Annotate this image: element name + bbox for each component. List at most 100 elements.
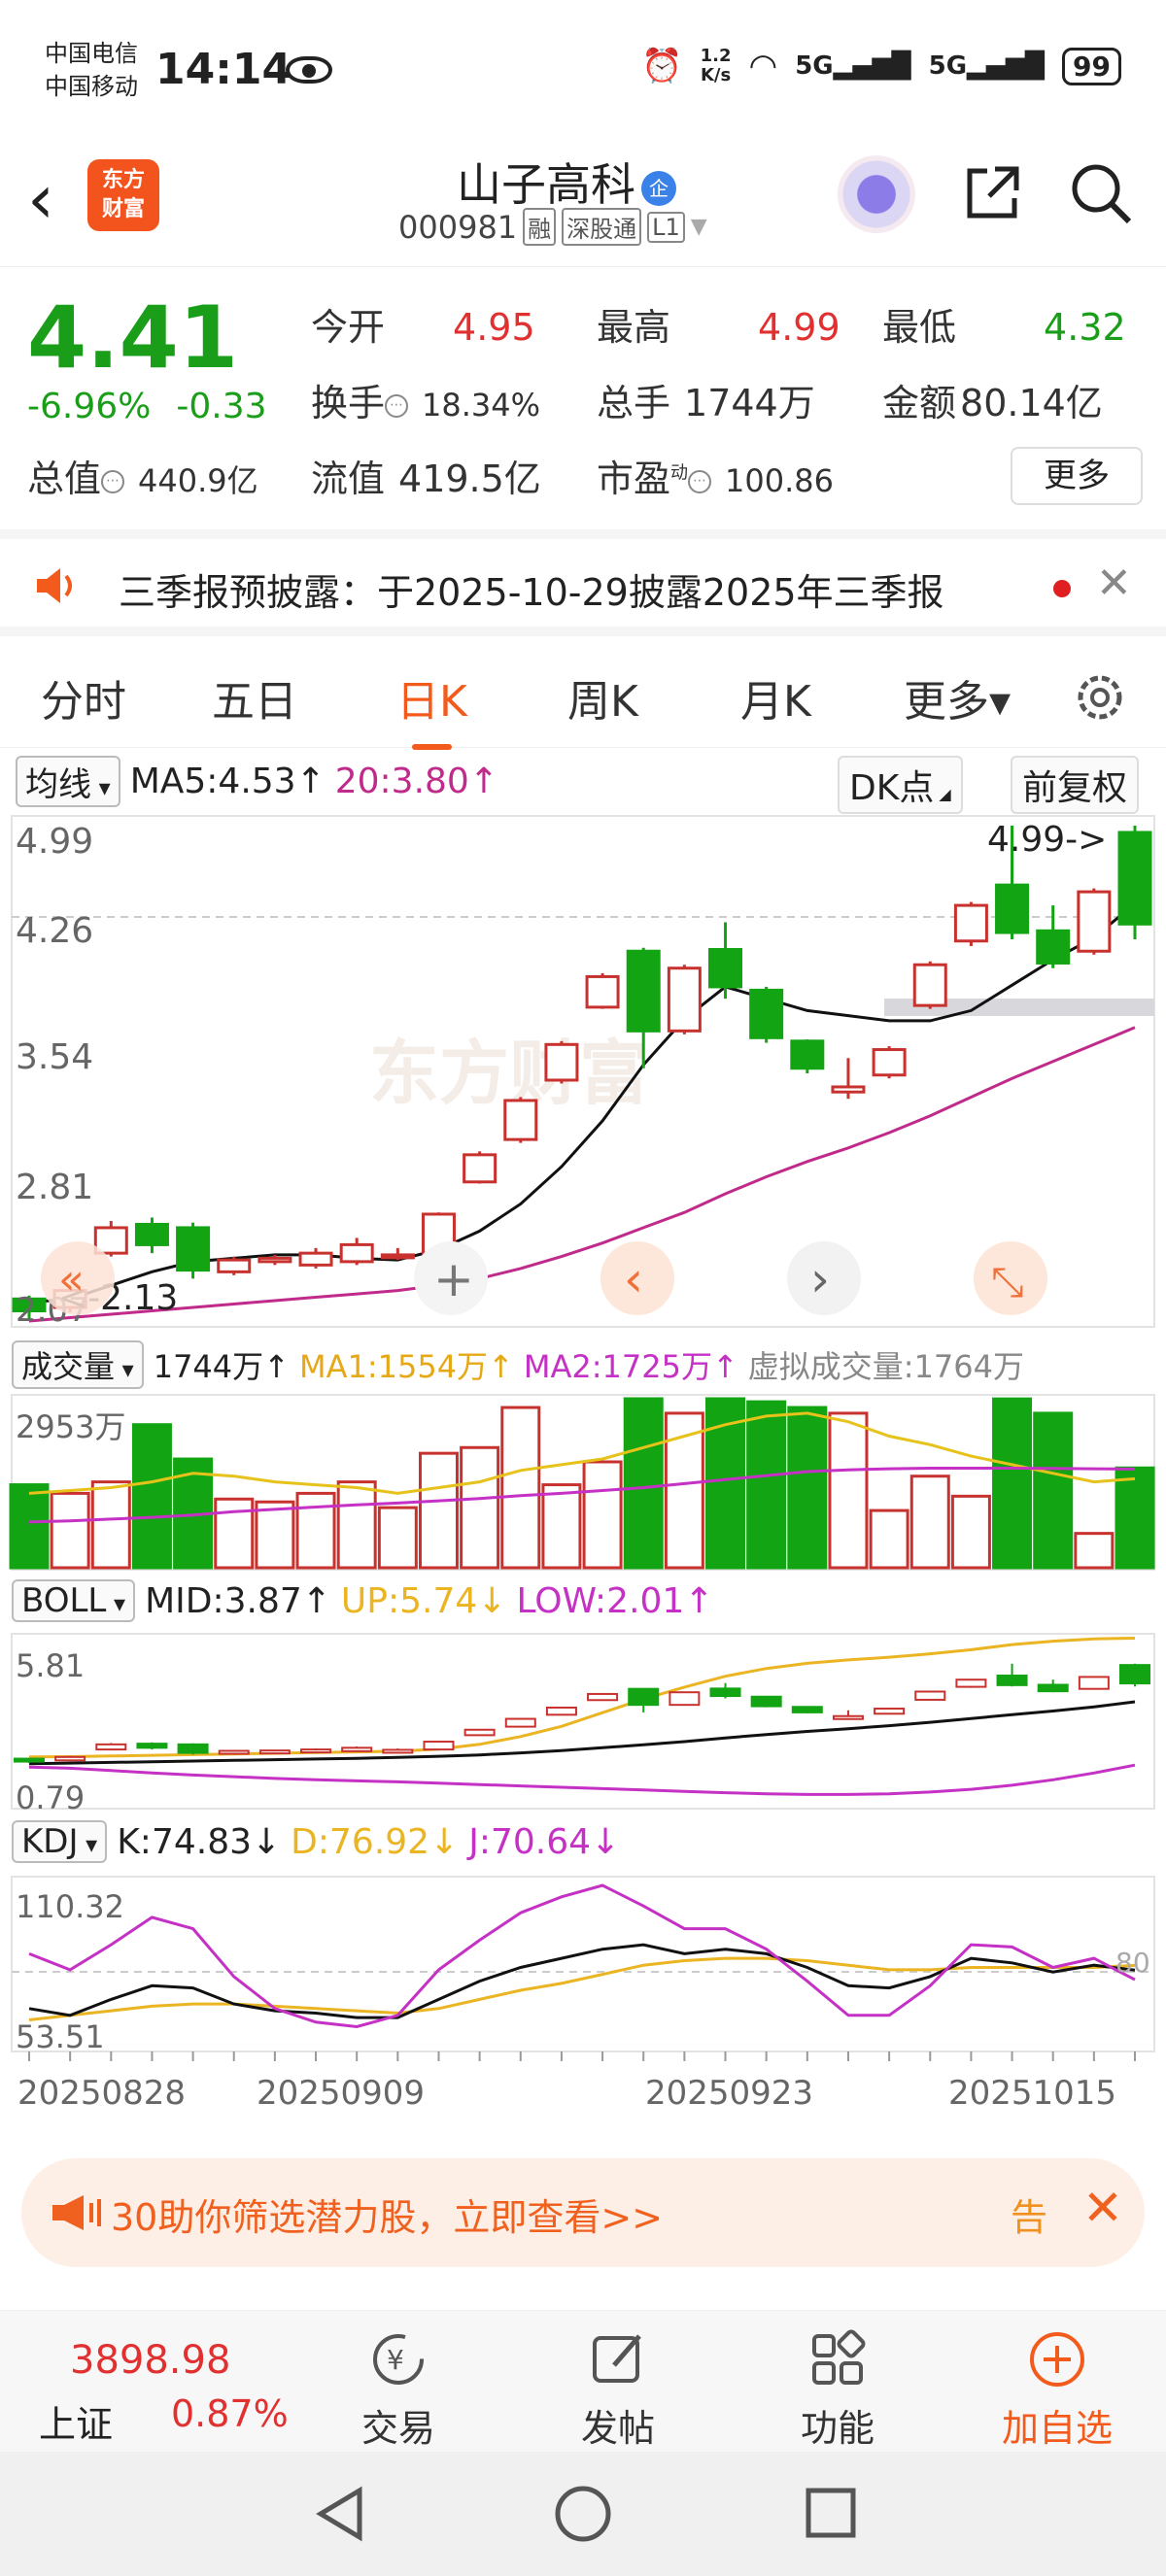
first-page-glyph: « <box>58 1255 85 1305</box>
promo-banner[interactable]: 30助你筛选潜力股，立即查看>> 告 ✕ <box>21 2158 1145 2267</box>
candle <box>298 1251 333 1267</box>
y-label: 4.99 <box>16 822 93 862</box>
boll-candle <box>709 1687 741 1698</box>
vol-y-label: 2953万 <box>16 1408 125 1445</box>
volume-bar <box>50 1491 90 1570</box>
x-date: 20251015 <box>948 2074 1116 2113</box>
edit-icon <box>593 2334 641 2383</box>
candle <box>134 1222 169 1246</box>
volume-bar <box>1033 1411 1074 1570</box>
volume-bar <box>500 1406 541 1570</box>
candle <box>790 1039 825 1070</box>
nav-post-label: 发帖 <box>580 2407 655 2450</box>
boll-candle <box>382 1748 414 1754</box>
boll-candle <box>177 1743 209 1754</box>
crosshair-button[interactable]: + <box>414 1241 488 1315</box>
volume-bar <box>1074 1532 1115 1570</box>
svg-text:¥: ¥ <box>387 2344 404 2376</box>
y-label: 3.54 <box>16 1037 93 1077</box>
volume-bar <box>909 1474 950 1570</box>
candle <box>1077 890 1112 953</box>
nav-trade[interactable]: ¥ 交易 <box>330 2328 466 2452</box>
volume-bar <box>828 1411 869 1570</box>
kdj-y-bottom: 53.51 <box>16 2018 105 2055</box>
candle <box>831 1085 866 1094</box>
y-label: 4.26 <box>16 911 93 951</box>
boll-candle <box>1119 1664 1150 1685</box>
close-icon[interactable]: ✕ <box>1082 2180 1123 2236</box>
boll-candle <box>874 1708 906 1715</box>
candle <box>257 1256 292 1264</box>
kdj-j-line <box>28 1883 1136 2029</box>
volume-bar <box>992 1397 1033 1570</box>
candle <box>953 903 988 943</box>
candle <box>667 966 702 1033</box>
fullscreen-button[interactable]: ⤡ <box>974 1241 1047 1315</box>
candle <box>585 974 620 1009</box>
volume-bar <box>377 1506 418 1570</box>
boll-candle <box>423 1741 455 1751</box>
candle <box>339 1242 374 1264</box>
nav-back-icon[interactable] <box>316 2486 362 2542</box>
boll-candle <box>95 1743 127 1751</box>
boll-candle <box>54 1755 86 1762</box>
candle <box>380 1253 415 1260</box>
boll-candle <box>791 1706 823 1713</box>
volume-bar <box>460 1445 500 1570</box>
crosshair-glyph: + <box>433 1251 474 1307</box>
boll-candle <box>14 1757 45 1763</box>
nav-functions-label: 功能 <box>800 2407 874 2450</box>
first-page-button[interactable]: « <box>41 1241 115 1315</box>
boll-candle <box>669 1691 701 1707</box>
nav-functions[interactable]: 功能 <box>770 2328 906 2452</box>
nav-post[interactable]: 发帖 <box>550 2328 686 2452</box>
x-date: 20250828 <box>17 2074 186 2113</box>
kdj-k-line <box>28 1943 1136 2019</box>
candle <box>463 1153 497 1184</box>
next-page-glyph: › <box>810 1251 830 1307</box>
volume-bar <box>787 1406 828 1570</box>
boll-candle <box>136 1743 168 1749</box>
nav-trade-label: 交易 <box>360 2407 435 2450</box>
kdj-ref-label: 80 <box>1115 1947 1150 1979</box>
nav-add-watchlist[interactable]: 加自选 <box>989 2328 1125 2452</box>
boll-candle <box>218 1749 250 1755</box>
volume-bar <box>9 1483 50 1570</box>
next-page-button[interactable]: › <box>787 1241 861 1315</box>
bottom-nav: 3898.98 上证 0.87% ¥ 交易 发帖 功能 加自选 <box>0 2310 1166 2452</box>
boll-candle <box>955 1678 987 1688</box>
boll-low-line <box>28 1763 1136 1796</box>
prev-page-button[interactable]: ‹ <box>600 1241 674 1315</box>
index-value: 3898.98 <box>70 2338 231 2383</box>
volume-bar <box>90 1480 131 1570</box>
x-date: 20250909 <box>257 2074 425 2113</box>
volume-bar <box>746 1400 787 1570</box>
candle <box>749 988 784 1039</box>
nav-recents-icon[interactable] <box>806 2488 856 2538</box>
volume-bar <box>541 1483 582 1570</box>
volume-bar <box>418 1451 459 1570</box>
volume-bar <box>295 1491 336 1570</box>
boll-y-top: 5.81 <box>16 1647 85 1684</box>
nav-home-icon[interactable] <box>555 2486 611 2542</box>
boll-candle <box>914 1690 946 1701</box>
volume-bar <box>336 1480 377 1570</box>
volume-bar <box>623 1397 664 1570</box>
boll-candle <box>341 1746 373 1752</box>
ad-tag: 告 <box>1011 2196 1048 2239</box>
candle <box>708 948 743 989</box>
boll-candle <box>545 1706 577 1716</box>
candle <box>176 1226 211 1272</box>
add-circle-icon <box>1030 2332 1084 2387</box>
x-date: 20250923 <box>645 2074 813 2113</box>
kline-chart[interactable]: 东方财富 4.99 4.26 3.54 2.81 2.07 4.99-> <-2… <box>0 0 1166 2158</box>
boll-candle <box>750 1695 782 1708</box>
system-nav-bar <box>0 2452 1166 2576</box>
boll-candle <box>996 1675 1028 1686</box>
boll-up-line <box>28 1637 1136 1759</box>
candle <box>1117 830 1152 926</box>
kdj-y-top: 110.32 <box>16 1888 124 1925</box>
prev-page-glyph: ‹ <box>624 1251 643 1307</box>
boll-candle <box>628 1687 660 1707</box>
candle <box>503 1099 538 1141</box>
